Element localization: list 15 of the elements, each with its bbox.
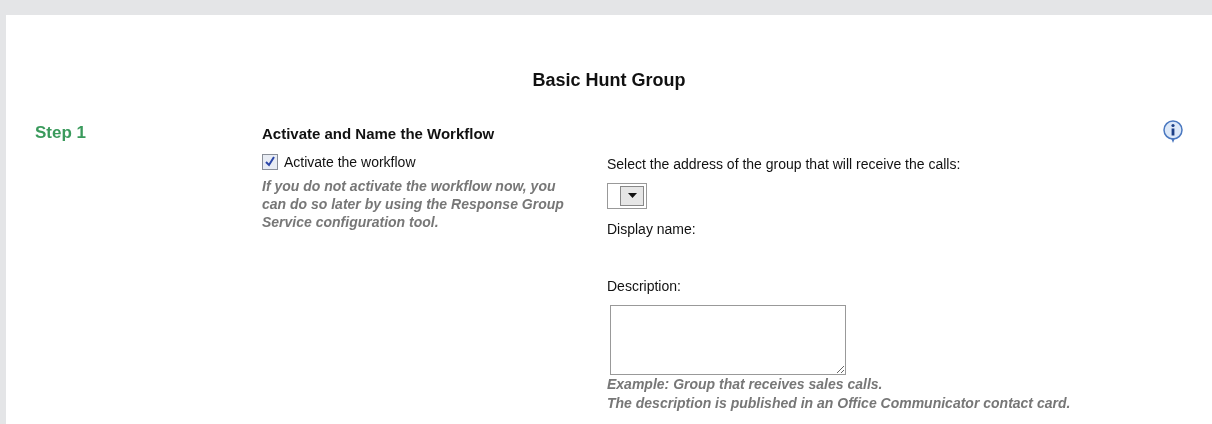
description-field[interactable] — [610, 304, 846, 375]
address-dropdown[interactable] — [607, 182, 647, 209]
description-label: Description: — [607, 276, 682, 296]
display-name-label: Display name: — [607, 219, 697, 239]
section-heading: Activate and Name the Workflow — [262, 124, 495, 144]
description-hint: The description is published in an Office Communicator contact card. — [607, 393, 1072, 413]
activate-checkbox[interactable] — [262, 154, 278, 170]
checkbox-label: Activate the workflow — [284, 152, 416, 172]
caret-icon — [627, 193, 637, 198]
info-icon[interactable] — [1162, 120, 1184, 144]
address-label: Select the address of the group that will receive the calls: — [607, 154, 962, 174]
activate-note: If you do not activate the workflow now, you can do so later by using the Response Group Service configuration tool. — [262, 176, 565, 231]
step-label: Step 1 — [35, 123, 87, 142]
page-title: Basic Hunt Group — [532, 70, 686, 90]
description-hint: Example: Group that receives sales calls. — [607, 374, 884, 394]
